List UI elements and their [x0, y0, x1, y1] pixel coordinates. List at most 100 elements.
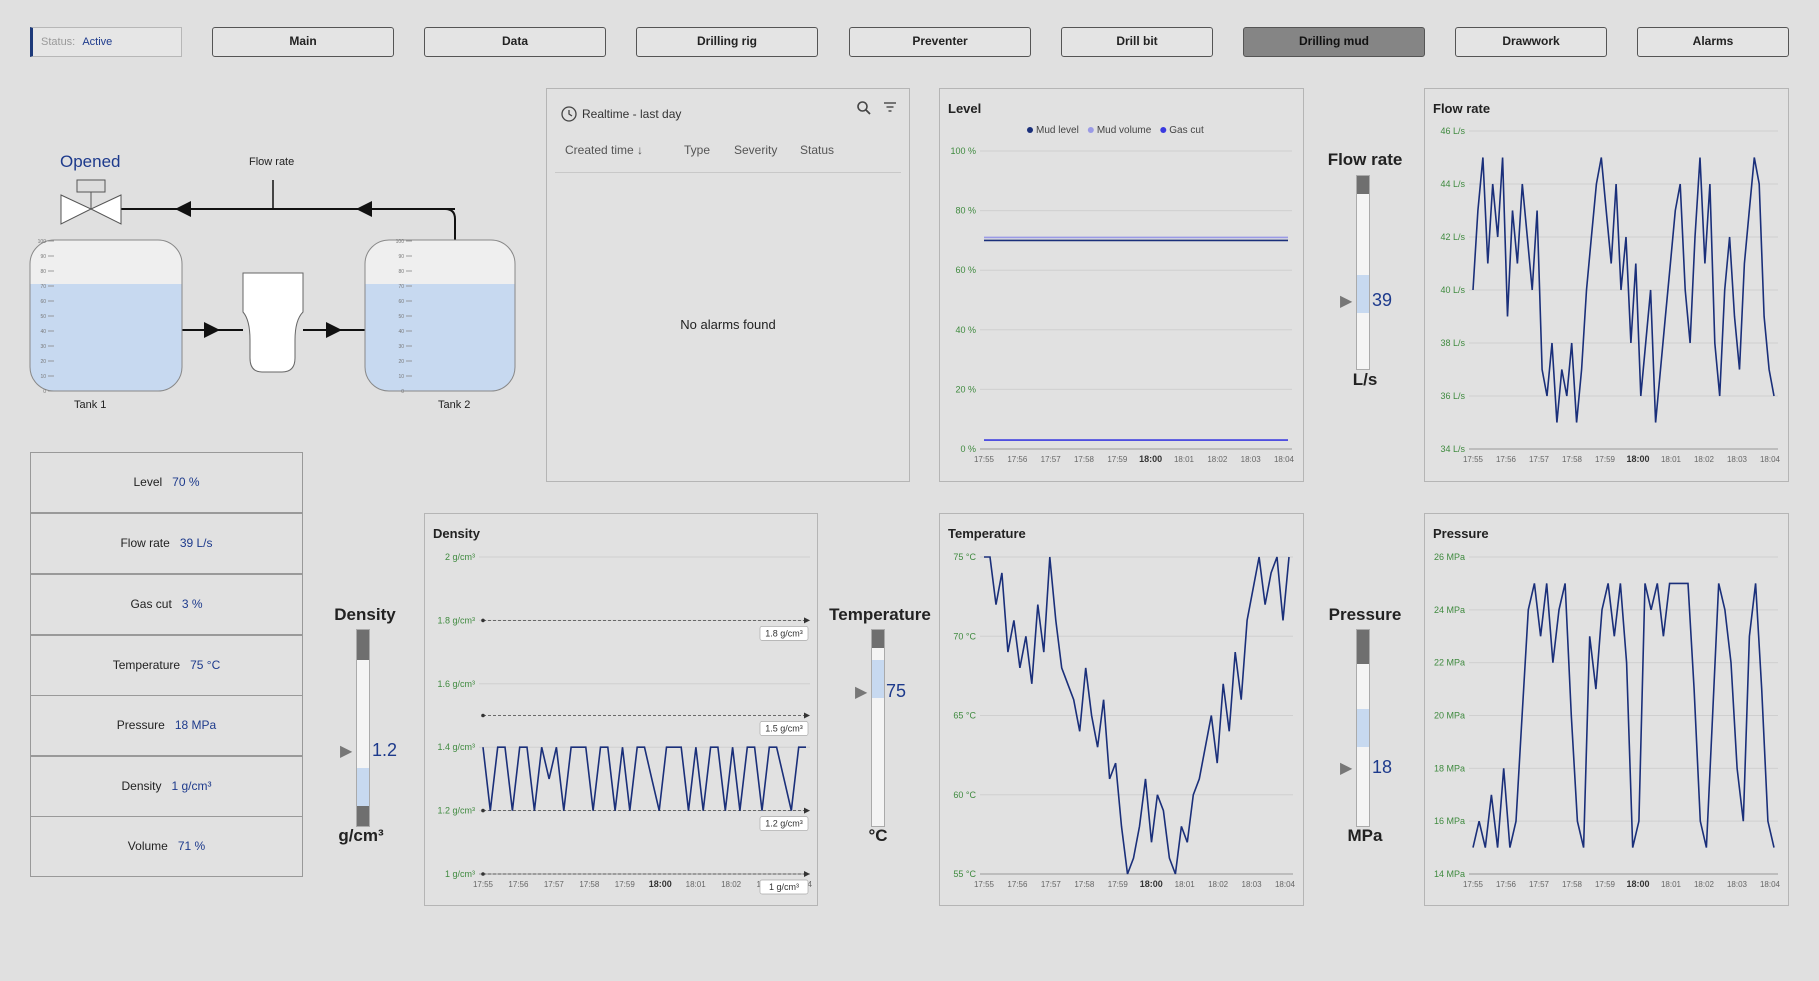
y-tick-label: 24 MPa: [1434, 605, 1465, 615]
y-tick-label: 46 L/s: [1440, 126, 1465, 136]
stat-volume: Volume 71 %: [30, 816, 303, 877]
x-tick-label: 18:00: [1140, 879, 1163, 889]
tank-1-label: Tank 1: [74, 399, 107, 411]
gauge-fill: [1357, 709, 1369, 747]
legend-marker: [1087, 127, 1094, 133]
temperature-gauge-bar: [871, 629, 885, 827]
column-created-time[interactable]: Created time ↓: [565, 143, 643, 157]
process-diagram: Opened Flow rate 100 90 80 70 60 50 40 30 20 10 0: [0, 140, 530, 420]
tank-tick-label: 70: [398, 284, 404, 290]
search-icon[interactable]: [856, 100, 872, 116]
y-tick-label: 44 L/s: [1440, 179, 1465, 189]
nav-drilling-rig-button[interactable]: Drilling rig: [636, 27, 818, 57]
x-tick-label: 18:03: [1242, 880, 1263, 889]
tank-tick-label: 0: [401, 389, 404, 395]
flow-gauge-bar: [1356, 175, 1370, 370]
y-tick-label: 36 L/s: [1440, 391, 1465, 401]
tank-tick-label: 90: [40, 254, 46, 260]
x-tick-label: 17:55: [974, 880, 995, 889]
x-tick-label: 18:00: [649, 879, 672, 889]
flow-chart-panel: Flow rate 34 L/s 36 L/s 38 L/s 40 L/s 42 L/s…: [1424, 88, 1789, 482]
column-severity[interactable]: Severity: [734, 143, 777, 157]
threshold-label: 1 g/cm³: [769, 882, 799, 892]
tank-1-icon: [29, 239, 183, 392]
y-tick-label: 70 °C: [953, 631, 976, 641]
flow-chart: 34 L/s 36 L/s 38 L/s 40 L/s 42 L/s 44 L/s 46 L…: [1440, 126, 1780, 464]
stat-gas-cut: Gas cut 3 %: [30, 574, 303, 635]
y-tick-label: 65 °C: [953, 711, 976, 721]
threshold-start-dot: [481, 713, 485, 718]
x-tick-label: 17:56: [1007, 880, 1028, 889]
threshold-arrow-icon: [804, 807, 810, 814]
status-label: Status:: [41, 36, 76, 48]
tank-tick-label: 50: [398, 314, 404, 320]
y-tick-label: 38 L/s: [1440, 338, 1465, 348]
x-tick-label: 17:59: [1595, 455, 1616, 464]
x-tick-label: 18:02: [1694, 880, 1715, 889]
legend-marker: [1027, 127, 1033, 133]
x-tick-label: 18:02: [1694, 455, 1715, 464]
nav-drawwork-button[interactable]: Drawwork: [1455, 27, 1607, 57]
threshold-start-dot: [481, 618, 485, 623]
threshold-arrow-icon: [804, 871, 810, 877]
y-tick-label: 34 L/s: [1440, 444, 1465, 454]
y-tick-label: 42 L/s: [1440, 232, 1465, 242]
x-tick-label: 17:59: [1108, 880, 1129, 889]
x-tick-label: 17:55: [974, 455, 995, 464]
tank-tick-label: 30: [40, 344, 46, 350]
flow-gauge-value: 39: [1372, 290, 1393, 310]
nav-alarms-button[interactable]: Alarms: [1637, 27, 1789, 57]
tank-tick-label: 30: [398, 344, 404, 350]
separator-icon: [242, 272, 304, 373]
y-tick-label: 60 %: [955, 265, 976, 275]
nav-drill-bit-button[interactable]: Drill bit: [1061, 27, 1213, 57]
filter-icon[interactable]: [883, 101, 897, 113]
nav-data-button[interactable]: Data: [424, 27, 606, 57]
x-tick-label: 18:02: [1207, 455, 1228, 464]
x-tick-label: 17:57: [1529, 455, 1550, 464]
y-tick-label: 1 g/cm³: [445, 869, 475, 879]
pressure-gauge-title: Pressure: [1328, 605, 1402, 624]
tank-2-icon: [364, 239, 516, 392]
tank-tick-label: 80: [40, 269, 46, 275]
density-chart-panel: Density 1 g/cm³ 1.2 g/cm³ 1.4 g/cm³ 1.6 g/c…: [424, 513, 818, 906]
x-tick-label: 18:04: [1275, 880, 1296, 889]
level-chart: 0 % 20 % 40 % 60 % 80 % 100 % 17:55 17:56 17:57 1…: [950, 125, 1294, 464]
stat-pressure: Pressure 18 MPa: [30, 695, 303, 756]
valve-icon: [60, 179, 122, 225]
alarms-title: Realtime - last day: [582, 107, 682, 121]
density-pointer-icon: ▶: [340, 743, 353, 760]
temperature-gauge-unit: °C: [868, 826, 888, 845]
tank-tick-label: 40: [40, 329, 46, 335]
column-type[interactable]: Type: [684, 143, 710, 157]
y-tick-label: 20 MPa: [1434, 711, 1465, 721]
density-gauge-title: Density: [334, 605, 396, 624]
tank-tick-label: 100: [396, 239, 405, 245]
gauge-fill: [872, 660, 884, 698]
x-tick-label: 18:00: [1626, 879, 1649, 889]
stat-density: Density 1 g/cm³: [30, 756, 303, 817]
flow-pointer-icon: ▶: [1340, 293, 1353, 310]
tank-tick-label: 70: [40, 284, 46, 290]
tank-tick-label: 20: [40, 359, 46, 365]
flow-gauge-unit: L/s: [1352, 370, 1378, 389]
y-tick-label: 1.6 g/cm³: [437, 679, 475, 689]
x-tick-label: 18:01: [1661, 880, 1682, 889]
gauge-cap-top: [1357, 176, 1369, 194]
arrow-right-icon: [204, 322, 220, 338]
status-value: Active: [82, 36, 113, 48]
y-tick-label: 100 %: [950, 146, 976, 156]
nav-preventer-button[interactable]: Preventer: [849, 27, 1031, 57]
y-tick-label: 0 %: [960, 444, 976, 454]
x-tick-label: 17:56: [1496, 455, 1517, 464]
temperature-gauge-title: Temperature: [829, 605, 931, 624]
column-status[interactable]: Status: [800, 143, 834, 157]
density-gauge-value: 1.2: [372, 740, 398, 760]
nav-main-button[interactable]: Main: [212, 27, 394, 57]
nav-drilling-mud-button[interactable]: Drilling mud: [1243, 27, 1425, 57]
threshold-label: 1.5 g/cm³: [765, 724, 803, 734]
stat-level: Level 70 %: [30, 452, 303, 513]
x-tick-label: 18:04: [1760, 880, 1781, 889]
y-tick-label: 18 MPa: [1434, 763, 1465, 773]
x-tick-label: 18:03: [1241, 455, 1262, 464]
